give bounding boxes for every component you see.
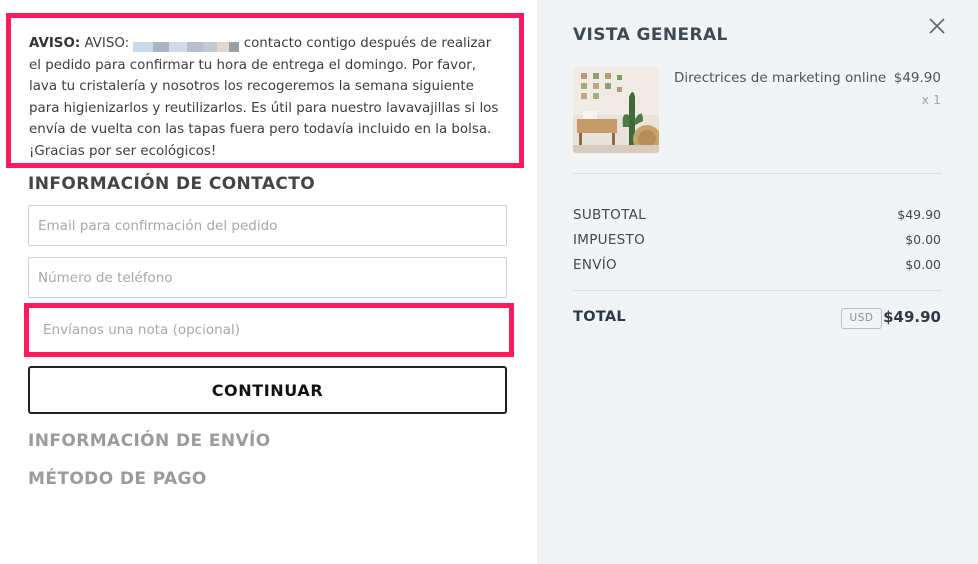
currency-badge: USD xyxy=(841,308,882,329)
notice-text: contacto contigo después de realizar el … xyxy=(29,36,499,159)
email-field[interactable] xyxy=(28,205,507,246)
product-price: $49.90 xyxy=(893,70,941,86)
tax-value: $0.00 xyxy=(905,232,941,247)
shipping-value: $0.00 xyxy=(905,257,941,272)
notice-prefix: AVISO: xyxy=(84,36,130,51)
divider xyxy=(573,290,942,291)
phone-field[interactable] xyxy=(28,257,507,298)
order-summary-panel: VISTA GENERAL Directrices de marketing o… xyxy=(537,0,978,564)
subtotal-label: SUBTOTAL xyxy=(573,207,646,223)
product-quantity: x 1 xyxy=(921,92,941,107)
product-name: Directrices de marketing online xyxy=(674,70,887,86)
close-icon[interactable] xyxy=(928,17,946,35)
divider xyxy=(573,173,942,174)
product-photo-icon xyxy=(573,67,659,153)
shipping-label: ENVÍO xyxy=(573,257,617,273)
notice-bold-label: AVISO: xyxy=(29,36,81,51)
shipping-section-title[interactable]: INFORMACIÓN DE ENVÍO xyxy=(28,431,271,451)
notice-banner: AVISO: AVISO: contacto contigo después d… xyxy=(6,13,524,168)
redacted-text xyxy=(133,38,240,52)
contact-section-title: INFORMACIÓN DE CONTACTO xyxy=(28,174,316,194)
payment-section-title[interactable]: MÉTODO DE PAGO xyxy=(28,469,207,489)
total-value: $49.90 xyxy=(883,308,941,326)
checkout-form-panel: AVISO: AVISO: contacto contigo después d… xyxy=(0,0,537,564)
tax-label: IMPUESTO xyxy=(573,232,646,248)
note-field[interactable] xyxy=(34,311,504,349)
total-label: TOTAL xyxy=(573,309,626,325)
subtotal-value: $49.90 xyxy=(897,207,941,222)
summary-title: VISTA GENERAL xyxy=(573,25,728,45)
note-field-highlight xyxy=(24,303,514,357)
continue-button[interactable]: CONTINUAR xyxy=(28,366,507,414)
